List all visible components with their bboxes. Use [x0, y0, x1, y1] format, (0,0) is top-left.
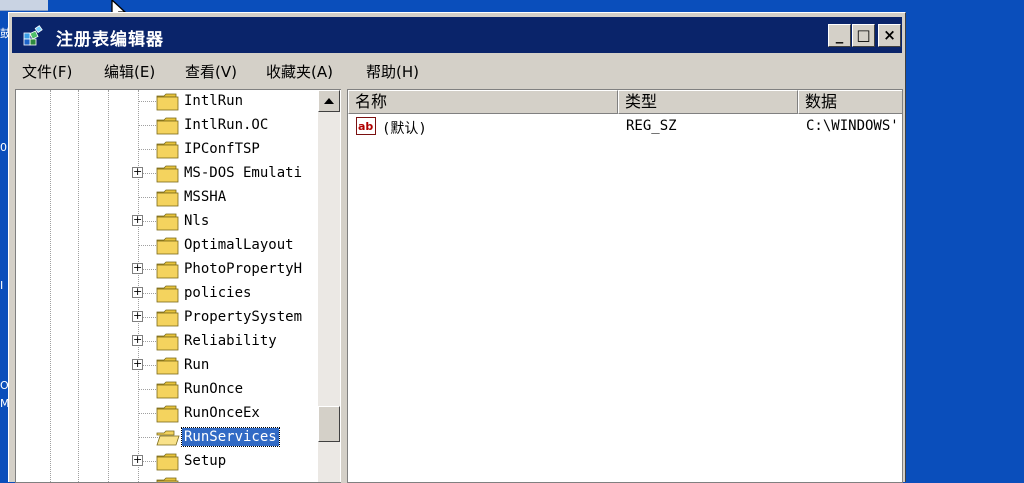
- scroll-thumb[interactable]: [318, 406, 340, 442]
- tree-item-label[interactable]: MS-DOS Emulati: [182, 164, 304, 182]
- tree-item[interactable]: + MS-DOS Emulati: [16, 162, 316, 186]
- title-bar[interactable]: 注册表编辑器 _ □ ×: [12, 17, 902, 53]
- tree-item[interactable]: + PhotoPropertyH: [16, 258, 316, 282]
- menu-view[interactable]: 查看(V): [185, 61, 237, 82]
- value-name: (默认): [382, 121, 427, 137]
- tree-item[interactable]: + Setup: [16, 450, 316, 474]
- minimize-button[interactable]: _: [828, 24, 851, 47]
- tree-item-label[interactable]: Run: [182, 356, 211, 374]
- tree-item[interactable]: MSSHA: [16, 186, 316, 210]
- tree-item-label[interactable]: IntlRun: [182, 92, 245, 110]
- menu-favorites[interactable]: 收藏夹(A): [266, 61, 333, 82]
- folder-icon: [156, 164, 180, 184]
- open-folder-icon: [156, 428, 180, 448]
- column-header-name[interactable]: 名称: [348, 90, 618, 114]
- menu-edit[interactable]: 编辑(E): [104, 61, 155, 82]
- folder-icon: [156, 284, 180, 304]
- folder-icon: [156, 92, 180, 112]
- tree-item-label[interactable]: MSSHA: [182, 188, 228, 206]
- expand-plus-icon[interactable]: +: [132, 334, 143, 346]
- expand-plus-icon[interactable]: +: [132, 454, 143, 466]
- folder-icon: [156, 140, 180, 160]
- registry-editor-window: 注册表编辑器 _ □ × 文件(F) 编辑(E) 查看(V) 收藏夹(A) 帮助…: [8, 12, 906, 483]
- tree-item[interactable]: IPConfTSP: [16, 138, 316, 162]
- tree-item-label[interactable]: RunServices: [181, 427, 280, 447]
- tree-item[interactable]: + PropertySystem: [16, 306, 316, 330]
- folder-icon: [156, 236, 180, 256]
- tree-item[interactable]: RunOnceEx: [16, 402, 316, 426]
- tree-item[interactable]: [16, 474, 316, 482]
- folder-icon: [156, 356, 180, 376]
- tree-item-label[interactable]: IntlRun.OC: [182, 116, 270, 134]
- registry-values-list[interactable]: 名称 类型 数据 ab (默认) REG_SZ C:\WINDOWS': [347, 89, 903, 483]
- folder-icon: [156, 404, 180, 424]
- maximize-button[interactable]: □: [852, 24, 875, 47]
- value-type: REG_SZ: [626, 118, 677, 134]
- tree-item[interactable]: IntlRun: [16, 90, 316, 114]
- close-button[interactable]: ×: [878, 24, 901, 47]
- value-data: C:\WINDOWS': [806, 118, 899, 134]
- tree-item[interactable]: RunServices: [16, 426, 316, 450]
- tree-item-label[interactable]: RunOnce: [182, 380, 245, 398]
- expand-plus-icon[interactable]: +: [132, 214, 143, 226]
- desktop-icon-fragment[interactable]: [0, 0, 48, 11]
- tree-item-label[interactable]: Nls: [182, 212, 211, 230]
- folder-icon: [156, 476, 180, 482]
- folder-icon: [156, 212, 180, 232]
- tree-item-label[interactable]: IPConfTSP: [182, 140, 262, 158]
- string-value-icon: ab: [356, 117, 376, 135]
- column-header-type[interactable]: 类型: [618, 90, 798, 114]
- menu-help[interactable]: 帮助(H): [366, 61, 419, 82]
- menu-file[interactable]: 文件(F): [22, 61, 72, 82]
- folder-icon: [156, 308, 180, 328]
- folder-icon: [156, 452, 180, 472]
- tree-item[interactable]: + policies: [16, 282, 316, 306]
- tree-item-label[interactable]: policies: [182, 284, 253, 302]
- tree-item[interactable]: + Run: [16, 354, 316, 378]
- window-title: 注册表编辑器: [56, 30, 164, 50]
- tree-item-label[interactable]: Reliability: [182, 332, 279, 350]
- scroll-up-button[interactable]: [318, 90, 340, 112]
- value-row[interactable]: ab (默认) REG_SZ C:\WINDOWS': [348, 116, 902, 138]
- registry-key-tree[interactable]: IntlRun IntlRun.OC IPConfTSP + MS-DOS Emulat…: [15, 89, 345, 483]
- expand-plus-icon[interactable]: +: [132, 310, 143, 322]
- expand-plus-icon[interactable]: +: [132, 166, 143, 178]
- tree-item-label[interactable]: OptimalLayout: [182, 236, 296, 254]
- tree-item[interactable]: + Reliability: [16, 330, 316, 354]
- folder-icon: [156, 380, 180, 400]
- tree-item[interactable]: IntlRun.OC: [16, 114, 316, 138]
- expand-plus-icon[interactable]: +: [132, 286, 143, 298]
- menu-bar: 文件(F) 编辑(E) 查看(V) 收藏夹(A) 帮助(H): [12, 57, 902, 83]
- tree-item[interactable]: RunOnce: [16, 378, 316, 402]
- column-header-data[interactable]: 数据: [798, 90, 902, 114]
- expand-plus-icon[interactable]: +: [132, 262, 143, 274]
- tree-item[interactable]: OptimalLayout: [16, 234, 316, 258]
- tree-vertical-scrollbar[interactable]: [318, 90, 340, 482]
- tree-item[interactable]: + Nls: [16, 210, 316, 234]
- arrow-up-icon: [324, 98, 334, 104]
- tree-item-label[interactable]: Setup: [182, 452, 228, 470]
- tree-item-label[interactable]: PropertySystem: [182, 308, 304, 326]
- tree-item-label[interactable]: RunOnceEx: [182, 404, 262, 422]
- expand-plus-icon[interactable]: +: [132, 358, 143, 370]
- tree-item-label[interactable]: PhotoPropertyH: [182, 260, 304, 278]
- folder-icon: [156, 188, 180, 208]
- folder-icon: [156, 260, 180, 280]
- svg-text:ab: ab: [358, 120, 373, 133]
- registry-editor-app-icon[interactable]: [22, 25, 44, 47]
- folder-icon: [156, 332, 180, 352]
- folder-icon: [156, 116, 180, 136]
